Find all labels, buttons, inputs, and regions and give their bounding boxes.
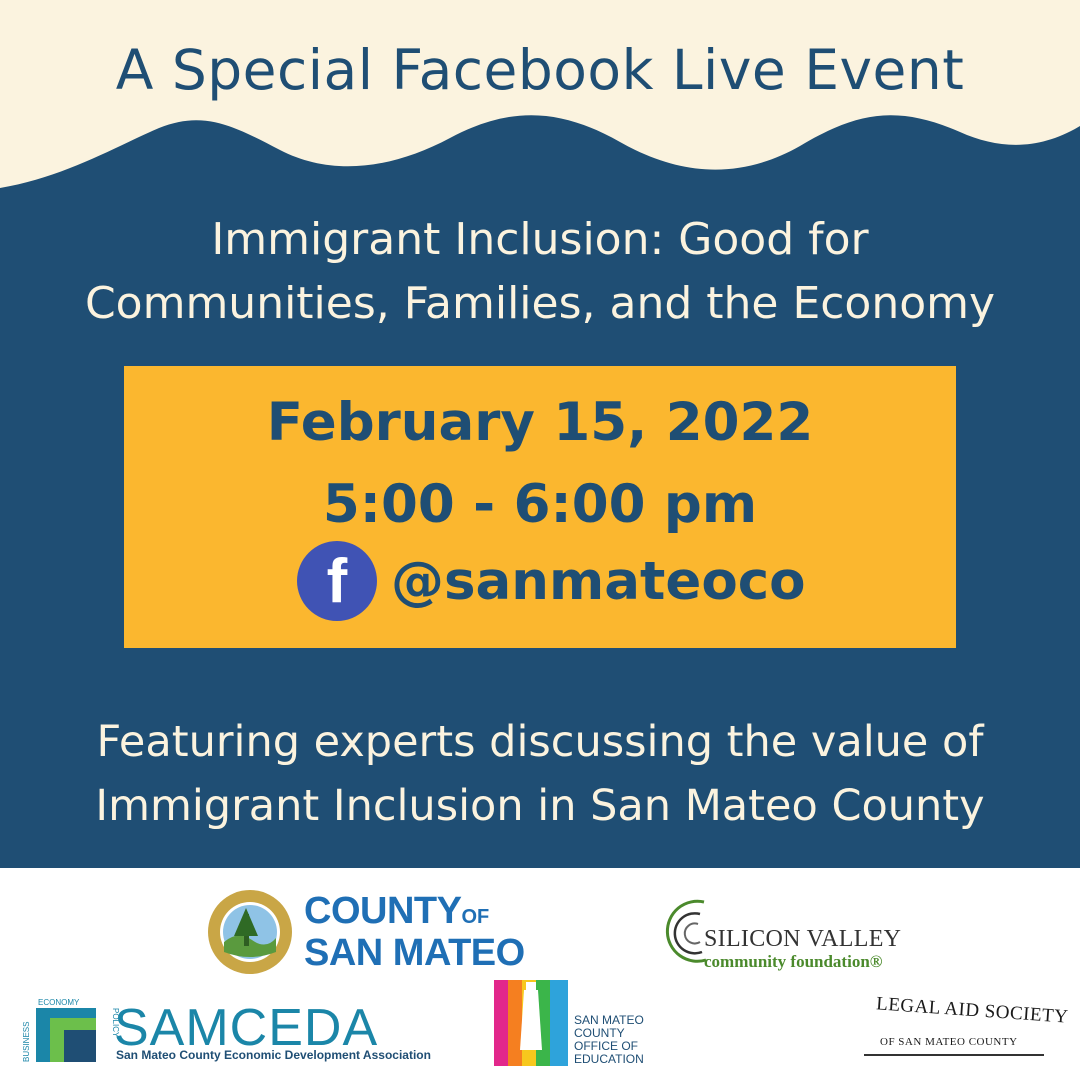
- county-logo-of: OF: [461, 906, 490, 928]
- svcf-logo: SILICON VALLEY community foundation®: [664, 896, 904, 976]
- event-time: 5:00 - 6:00 pm: [322, 474, 758, 535]
- featuring-line-1: Featuring experts discussing the value o…: [96, 717, 984, 767]
- event-subtitle: Immigrant Inclusion: Good for Communitie…: [0, 208, 1080, 336]
- samceda-business-label: BUSINESS: [22, 1021, 31, 1062]
- featuring-text: Featuring experts discussing the value o…: [0, 710, 1080, 838]
- county-logo-line-1: COUNTY: [304, 890, 462, 932]
- samceda-logo: ECONOMY BUSINESS POLICY SAMCEDA San Mate…: [22, 998, 431, 1068]
- lighthouse-icon: [494, 980, 568, 1066]
- event-headline: A Special Facebook Live Event: [115, 38, 965, 102]
- subtitle-line-1: Immigrant Inclusion: Good for: [211, 214, 869, 265]
- samceda-economy-label: ECONOMY: [38, 998, 80, 1007]
- smcoe-line-4: EDUCATION: [574, 1052, 644, 1066]
- county-seal-icon: [208, 890, 292, 974]
- legal-aid-subtitle: OF SAN MATEO COUNTY: [880, 1036, 1018, 1048]
- legal-aid-underline: [864, 1054, 1044, 1056]
- svcf-subtitle: community foundation®: [704, 952, 883, 971]
- county-of-san-mateo-logo: COUNTYOF SAN MATEO: [304, 892, 525, 974]
- samceda-mark-icon: [36, 1008, 96, 1062]
- facebook-handle-row[interactable]: f @sanmateoco: [297, 540, 806, 622]
- county-logo-line-2: SAN MATEO: [304, 932, 525, 974]
- samceda-subtitle: San Mateo County Economic Development As…: [116, 1048, 431, 1062]
- svcf-name: SILICON VALLEY: [704, 926, 902, 952]
- facebook-icon: f: [297, 541, 377, 621]
- facebook-handle[interactable]: @sanmateoco: [391, 551, 806, 612]
- smcoe-logo: SAN MATEO COUNTY OFFICE OF EDUCATION: [494, 980, 664, 1070]
- event-date: February 15, 2022: [266, 392, 814, 453]
- subtitle-line-2: Communities, Families, and the Economy: [84, 278, 996, 329]
- smcoe-text: SAN MATEO COUNTY OFFICE OF EDUCATION: [574, 1014, 644, 1066]
- legal-aid-society-logo: LEGAL AID SOCIETY OF SAN MATEO COUNTY: [864, 993, 1069, 1060]
- featuring-line-2: Immigrant Inclusion in San Mateo County: [95, 781, 985, 831]
